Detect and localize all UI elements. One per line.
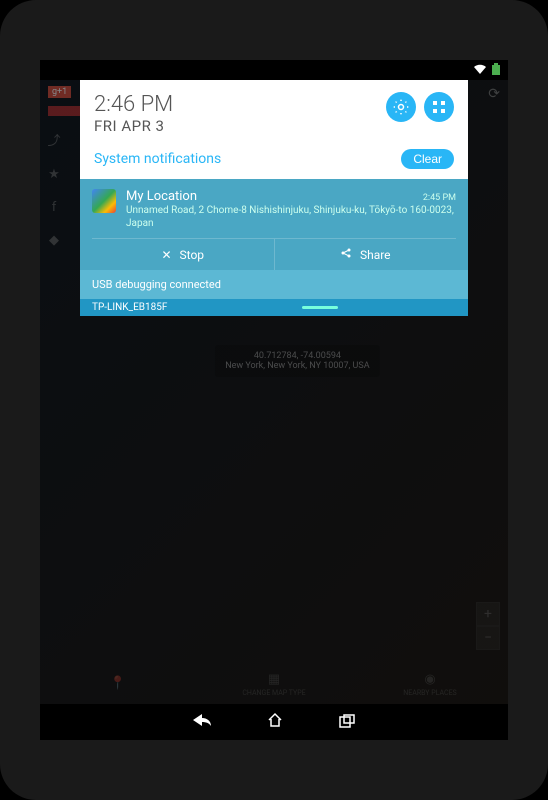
notification-panel[interactable]: 2:46 PM FRI APR 3 System notifications C… bbox=[80, 80, 468, 316]
screen: g+1 ⟳ ⤴ ★ f ◆ 2:46 PM FRI APR 3 bbox=[40, 60, 508, 740]
directions-icon[interactable]: ◆ bbox=[44, 233, 64, 248]
settings-icon[interactable] bbox=[386, 92, 416, 122]
notification-content: My Location 2:45 PM Unnamed Road, 2 Chom… bbox=[126, 189, 456, 230]
ticker-text: TP-LINK_EB185F bbox=[92, 302, 167, 313]
header-icons bbox=[386, 92, 454, 122]
stop-button[interactable]: ✕ Stop bbox=[92, 239, 275, 270]
panel-subheader: System notifications Clear bbox=[80, 143, 468, 179]
marker-address: New York, New York, NY 10007, USA bbox=[225, 361, 369, 371]
share-action-icon bbox=[340, 247, 352, 262]
device-frame: g+1 ⟳ ⤴ ★ f ◆ 2:46 PM FRI APR 3 bbox=[0, 0, 548, 800]
time-date-block: 2:46 PM FRI APR 3 bbox=[94, 92, 173, 135]
map-marker-tooltip[interactable]: 40.712784, -74.00594 New York, New York,… bbox=[215, 345, 379, 377]
bottom-tabs: 📍 ▦ CHANGE MAP TYPE ◉ NEARBY PLACES bbox=[40, 664, 508, 704]
zoom-out-button[interactable]: − bbox=[476, 626, 500, 650]
tab-nearby-label: NEARBY PLACES bbox=[403, 689, 456, 697]
android-nav-bar bbox=[40, 704, 508, 740]
panel-date: FRI APR 3 bbox=[94, 117, 173, 135]
tab-map-type[interactable]: ▦ CHANGE MAP TYPE bbox=[196, 664, 352, 704]
marker-coords: 40.712784, -74.00594 bbox=[225, 351, 369, 361]
layers-icon: ▦ bbox=[268, 672, 280, 687]
google-plus-badge[interactable]: g+1 bbox=[48, 86, 71, 98]
zoom-controls: + − bbox=[476, 602, 500, 650]
star-icon[interactable]: ★ bbox=[44, 167, 64, 182]
status-bar bbox=[40, 60, 508, 80]
notification-top: My Location 2:45 PM Unnamed Road, 2 Chom… bbox=[92, 189, 456, 230]
battery-icon bbox=[492, 63, 500, 78]
wifi-icon bbox=[474, 64, 486, 77]
close-icon: ✕ bbox=[161, 248, 171, 262]
stop-label: Stop bbox=[180, 248, 205, 262]
places-icon: ◉ bbox=[424, 672, 435, 687]
back-icon[interactable] bbox=[193, 713, 211, 732]
notification-time: 2:45 PM bbox=[423, 193, 456, 203]
refresh-icon[interactable]: ⟳ bbox=[488, 86, 500, 102]
tab-location[interactable]: 📍 bbox=[40, 664, 196, 704]
tab-nearby[interactable]: ◉ NEARBY PLACES bbox=[352, 664, 508, 704]
home-icon[interactable] bbox=[267, 712, 283, 732]
grid-icon[interactable] bbox=[424, 92, 454, 122]
notification-actions: ✕ Stop Share bbox=[92, 238, 456, 270]
zoom-in-button[interactable]: + bbox=[476, 602, 500, 626]
recent-apps-icon[interactable] bbox=[339, 713, 355, 732]
subheader-label: System notifications bbox=[94, 151, 221, 167]
next-notification[interactable]: USB debugging connected bbox=[80, 270, 468, 299]
ticker-bar: TP-LINK_EB185F bbox=[80, 299, 468, 316]
notification-title: My Location bbox=[126, 189, 197, 204]
clear-button[interactable]: Clear bbox=[401, 149, 454, 169]
next-notification-text: USB debugging connected bbox=[92, 278, 221, 291]
panel-handle[interactable] bbox=[302, 306, 338, 309]
share-button[interactable]: Share bbox=[275, 239, 457, 270]
share-label: Share bbox=[360, 248, 391, 262]
notification-body: Unnamed Road, 2 Chome-8 Nishishinjuku, S… bbox=[126, 204, 456, 230]
maps-app-icon bbox=[92, 189, 116, 213]
sidebar: ⤴ ★ f ◆ bbox=[40, 120, 68, 258]
panel-time: 2:46 PM bbox=[94, 92, 173, 117]
tab-map-type-label: CHANGE MAP TYPE bbox=[242, 689, 305, 697]
location-pin-icon: 📍 bbox=[110, 676, 126, 691]
facebook-icon[interactable]: f bbox=[44, 200, 64, 215]
notification-card[interactable]: My Location 2:45 PM Unnamed Road, 2 Chom… bbox=[80, 179, 468, 270]
share-icon[interactable]: ⤴ bbox=[44, 130, 64, 149]
panel-header: 2:46 PM FRI APR 3 bbox=[80, 80, 468, 143]
